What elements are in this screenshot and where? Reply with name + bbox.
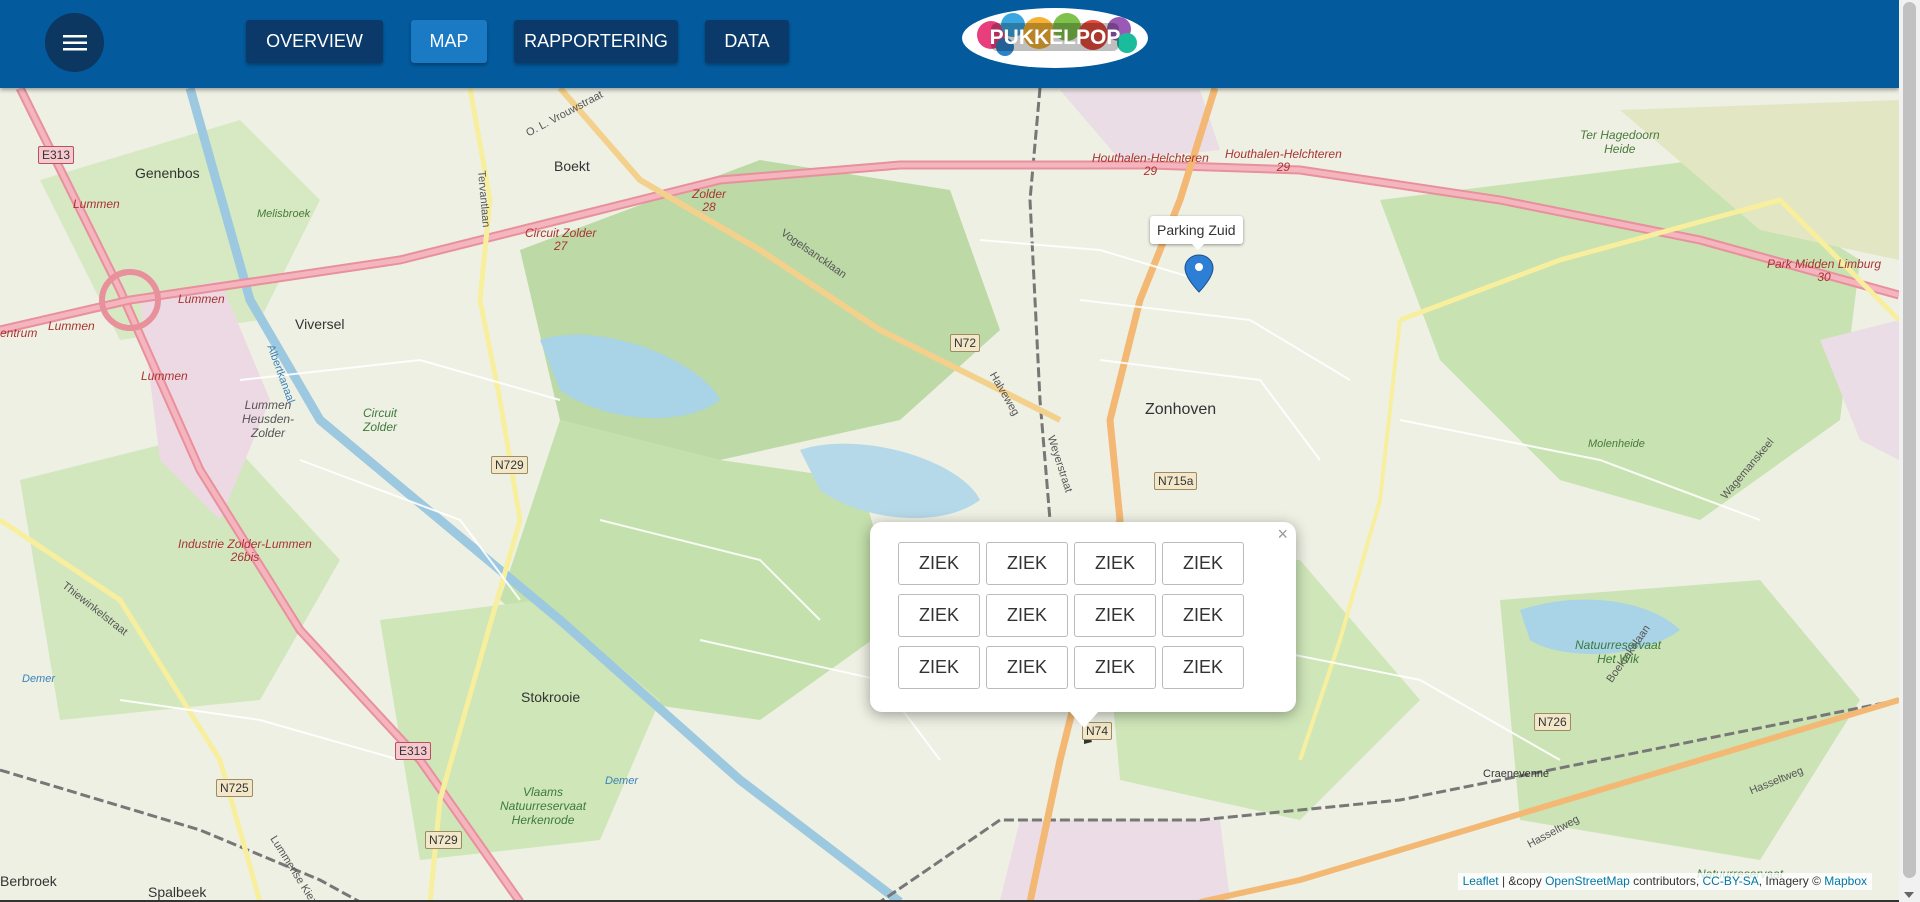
junction-lummen-1: Lummen	[73, 197, 120, 211]
ziek-button[interactable]: ZIEK	[986, 594, 1068, 637]
ziek-button[interactable]: ZIEK	[1074, 646, 1156, 689]
junction-industrie-zolder-lummen: Industrie Zolder-Lummen 26bis	[178, 537, 312, 564]
road-n729-a: N729	[491, 456, 528, 474]
nav-map-button[interactable]: MAP	[411, 20, 487, 63]
road-e313-top: E313	[38, 146, 75, 164]
map-view[interactable]: Genenbos Boekt Viversel Zonhoven Stokroo…	[0, 88, 1899, 900]
road-n726: N726	[1534, 713, 1571, 731]
junction-circuit-zolder: Circuit Zolder 27	[525, 226, 597, 253]
place-entrum: entrum	[0, 326, 38, 340]
nav-data-button[interactable]: DATA	[705, 20, 789, 63]
attribution-imagery: , Imagery ©	[1758, 874, 1825, 888]
road-n72: N72	[950, 334, 981, 352]
junction-lummen-4: Lummen	[141, 369, 188, 383]
road-e313-bottom: E313	[395, 742, 432, 760]
place-ter-hagedoorn: Ter Hagedoorn Heide	[1580, 128, 1660, 156]
road-n715a: N715a	[1154, 472, 1198, 490]
place-craenevenne: Craenevenne	[1483, 768, 1550, 780]
map-attribution: Leaflet | &copy OpenStreetMap contributo…	[1457, 873, 1872, 890]
junction-lummen-3: Lummen	[178, 292, 225, 306]
junction-lummen-2: Lummen	[48, 319, 95, 333]
place-molenheide: Molenheide	[1588, 438, 1645, 450]
junction-zolder: Zolder 28	[692, 187, 727, 214]
place-spalbeek: Spalbeek	[148, 884, 207, 900]
nav-rapportering-button[interactable]: RAPPORTERING	[514, 20, 678, 63]
place-boekt: Boekt	[554, 158, 590, 174]
scroll-down-arrow-icon[interactable]	[1904, 892, 1914, 898]
attribution-leaflet-link[interactable]: Leaflet	[1463, 874, 1499, 888]
junction-houthalen-1: Houthalen-Helchteren 29	[1092, 151, 1209, 178]
app-header: OVERVIEW MAP RAPPORTERING DATA PUKKELPOP	[0, 0, 1899, 88]
road-n729-b: N729	[425, 831, 462, 849]
place-stokrooie: Stokrooie	[521, 689, 581, 705]
attribution-contributors: contributors,	[1629, 874, 1703, 888]
ziek-button[interactable]: ZIEK	[898, 594, 980, 637]
menu-button[interactable]	[45, 13, 104, 72]
scrollbar-thumb[interactable]	[1903, 2, 1916, 878]
nature-herkenrode: Vlaams Natuurreservaat Herkenrode	[500, 785, 587, 827]
page-scrollbar[interactable]	[1899, 0, 1920, 902]
ziek-button[interactable]: ZIEK	[1074, 542, 1156, 585]
place-zonhoven: Zonhoven	[1145, 401, 1217, 418]
ziek-button[interactable]: ZIEK	[1162, 542, 1244, 585]
nature-het-wik: Natuurreservaat Het Wik	[1575, 638, 1662, 666]
attribution-license-link[interactable]: CC-BY-SA	[1703, 874, 1759, 888]
place-berbroek: Berbroek	[0, 873, 57, 889]
popup-close-button[interactable]: ×	[1277, 524, 1288, 545]
hamburger-menu-icon	[62, 34, 87, 50]
junction-houthalen-2: Houthalen-Helchteren 29	[1225, 147, 1342, 174]
nav-overview-button[interactable]: OVERVIEW	[246, 20, 383, 63]
svg-text:PUKKELPOP: PUKKELPOP	[990, 26, 1121, 49]
place-circuit-zolder: Circuit Zolder	[363, 406, 398, 434]
ziek-button[interactable]: ZIEK	[986, 646, 1068, 689]
attribution-mapbox-link[interactable]: Mapbox	[1824, 874, 1867, 888]
ziek-button[interactable]: ZIEK	[898, 542, 980, 585]
pukkelpop-logo[interactable]: PUKKELPOP	[961, 7, 1150, 70]
attribution-osm-link[interactable]: OpenStreetMap	[1545, 874, 1630, 888]
ziek-button[interactable]: ZIEK	[898, 646, 980, 689]
attribution-separator: | &copy	[1498, 874, 1546, 888]
place-melisbroek: Melisbroek	[257, 208, 311, 220]
place-demer-south: Demer	[605, 775, 639, 787]
map-popup: × ZIEK ZIEK ZIEK ZIEK ZIEK ZIEK ZIEK ZIE…	[870, 522, 1296, 712]
ziek-button[interactable]: ZIEK	[1162, 646, 1244, 689]
parking-zuid-tooltip: Parking Zuid	[1150, 216, 1243, 250]
ziek-button[interactable]: ZIEK	[1074, 594, 1156, 637]
place-demer-west: Demer	[22, 673, 56, 685]
popup-tip	[1070, 712, 1098, 728]
place-viversel: Viversel	[295, 316, 345, 332]
ziek-button[interactable]: ZIEK	[986, 542, 1068, 585]
road-n725: N725	[216, 779, 253, 797]
place-genenbos: Genenbos	[135, 165, 200, 181]
junction-park-midden-limburg: Park Midden Limburg 30	[1767, 257, 1882, 284]
ziek-button[interactable]: ZIEK	[1162, 594, 1244, 637]
